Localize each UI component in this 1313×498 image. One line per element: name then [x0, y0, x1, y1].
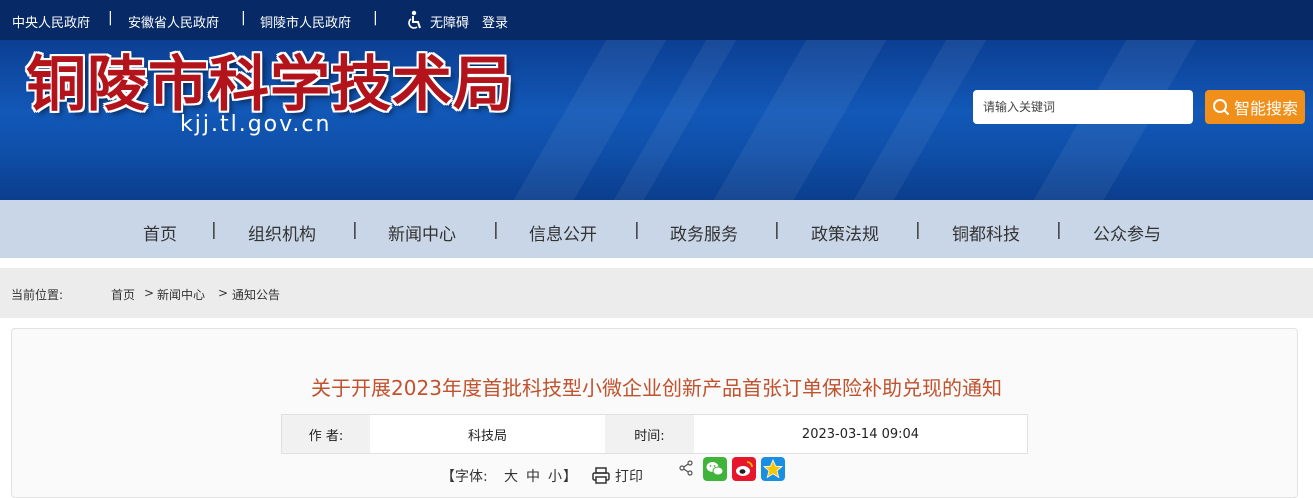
- separator: |: [373, 10, 378, 26]
- top-bar: 中央人民政府 | 安徽省人民政府 | 铜陵市人民政府 | 无障碍 登录: [0, 0, 1313, 40]
- share-icon[interactable]: [678, 460, 694, 476]
- weibo-share-icon[interactable]: [732, 457, 756, 481]
- author-value: 科技局: [467, 428, 507, 444]
- font-size-close: 】: [563, 469, 577, 485]
- nav-item-news[interactable]: 新闻中心: [388, 220, 456, 245]
- search-button-label: 智能搜索: [1233, 99, 1298, 118]
- nav-separator: |: [774, 220, 780, 240]
- print-icon[interactable]: [592, 467, 610, 484]
- accessibility-icon[interactable]: [406, 10, 424, 30]
- author-label: 作 者:: [282, 415, 370, 453]
- nav-item-public-participation[interactable]: 公众参与: [1093, 220, 1161, 245]
- link-central-gov[interactable]: 中央人民政府: [12, 12, 90, 31]
- breadcrumb-home[interactable]: 首页: [111, 286, 135, 303]
- nav-separator: |: [1056, 220, 1062, 240]
- wechat-share-icon[interactable]: [703, 457, 727, 481]
- search-input[interactable]: [973, 90, 1193, 124]
- nav-item-gov-services[interactable]: 政务服务: [670, 220, 738, 245]
- separator: |: [108, 10, 113, 26]
- breadcrumb: 当前位置: 首页 > 新闻中心 > 通知公告: [0, 268, 1313, 318]
- font-size-label: 【字体:: [441, 469, 488, 485]
- font-large-button[interactable]: 大: [504, 466, 518, 486]
- login-link[interactable]: 登录: [482, 12, 508, 31]
- breadcrumb-notices[interactable]: 通知公告: [232, 286, 280, 303]
- main-nav: 首页 | 组织机构 | 新闻中心 | 信息公开 | 政务服务 | 政策法规 | …: [0, 200, 1313, 258]
- nav-separator: |: [493, 220, 499, 240]
- nav-separator: |: [352, 220, 358, 240]
- nav-item-policies[interactable]: 政策法规: [811, 220, 879, 245]
- time-label: 时间:: [605, 415, 694, 453]
- nav-separator: |: [915, 220, 921, 240]
- font-small-button[interactable]: 小: [548, 466, 562, 486]
- link-anhui-gov[interactable]: 安徽省人民政府: [128, 12, 219, 31]
- nav-item-tongdu-tech[interactable]: 铜都科技: [952, 220, 1020, 245]
- font-medium-button[interactable]: 中: [526, 466, 540, 486]
- search-button[interactable]: 智能搜索: [1205, 90, 1305, 124]
- breadcrumb-arrow: >: [218, 286, 229, 300]
- breadcrumb-arrow: >: [144, 286, 155, 300]
- breadcrumb-news[interactable]: 新闻中心: [157, 286, 205, 303]
- breadcrumb-label: 当前位置:: [11, 288, 64, 302]
- separator: |: [241, 10, 246, 26]
- link-tongling-gov[interactable]: 铜陵市人民政府: [260, 12, 351, 31]
- article-title: 关于开展2023年度首批科技型小微企业创新产品首张订单保险补助兑现的通知: [311, 376, 1002, 400]
- search-icon: [1212, 99, 1230, 116]
- nav-item-home[interactable]: 首页: [143, 220, 177, 245]
- print-button[interactable]: 打印: [615, 466, 643, 486]
- qzone-share-icon[interactable]: [761, 457, 785, 481]
- site-domain: kjj.tl.gov.cn: [180, 112, 332, 137]
- site-logo-title[interactable]: 铜陵市科学技术局: [26, 36, 514, 123]
- nav-separator: |: [634, 220, 640, 240]
- article-meta-table: 作 者: 科技局 时间: 2023-03-14 09:04: [281, 414, 1028, 454]
- nav-item-organization[interactable]: 组织机构: [248, 220, 316, 245]
- nav-separator: |: [211, 220, 217, 240]
- nav-item-info-disclosure[interactable]: 信息公开: [529, 220, 597, 245]
- accessibility-link[interactable]: 无障碍: [430, 12, 469, 31]
- time-value: 2023-03-14 09:04: [801, 426, 920, 442]
- article-tools: 【字体: 大 中 小 】 打印: [0, 458, 1313, 488]
